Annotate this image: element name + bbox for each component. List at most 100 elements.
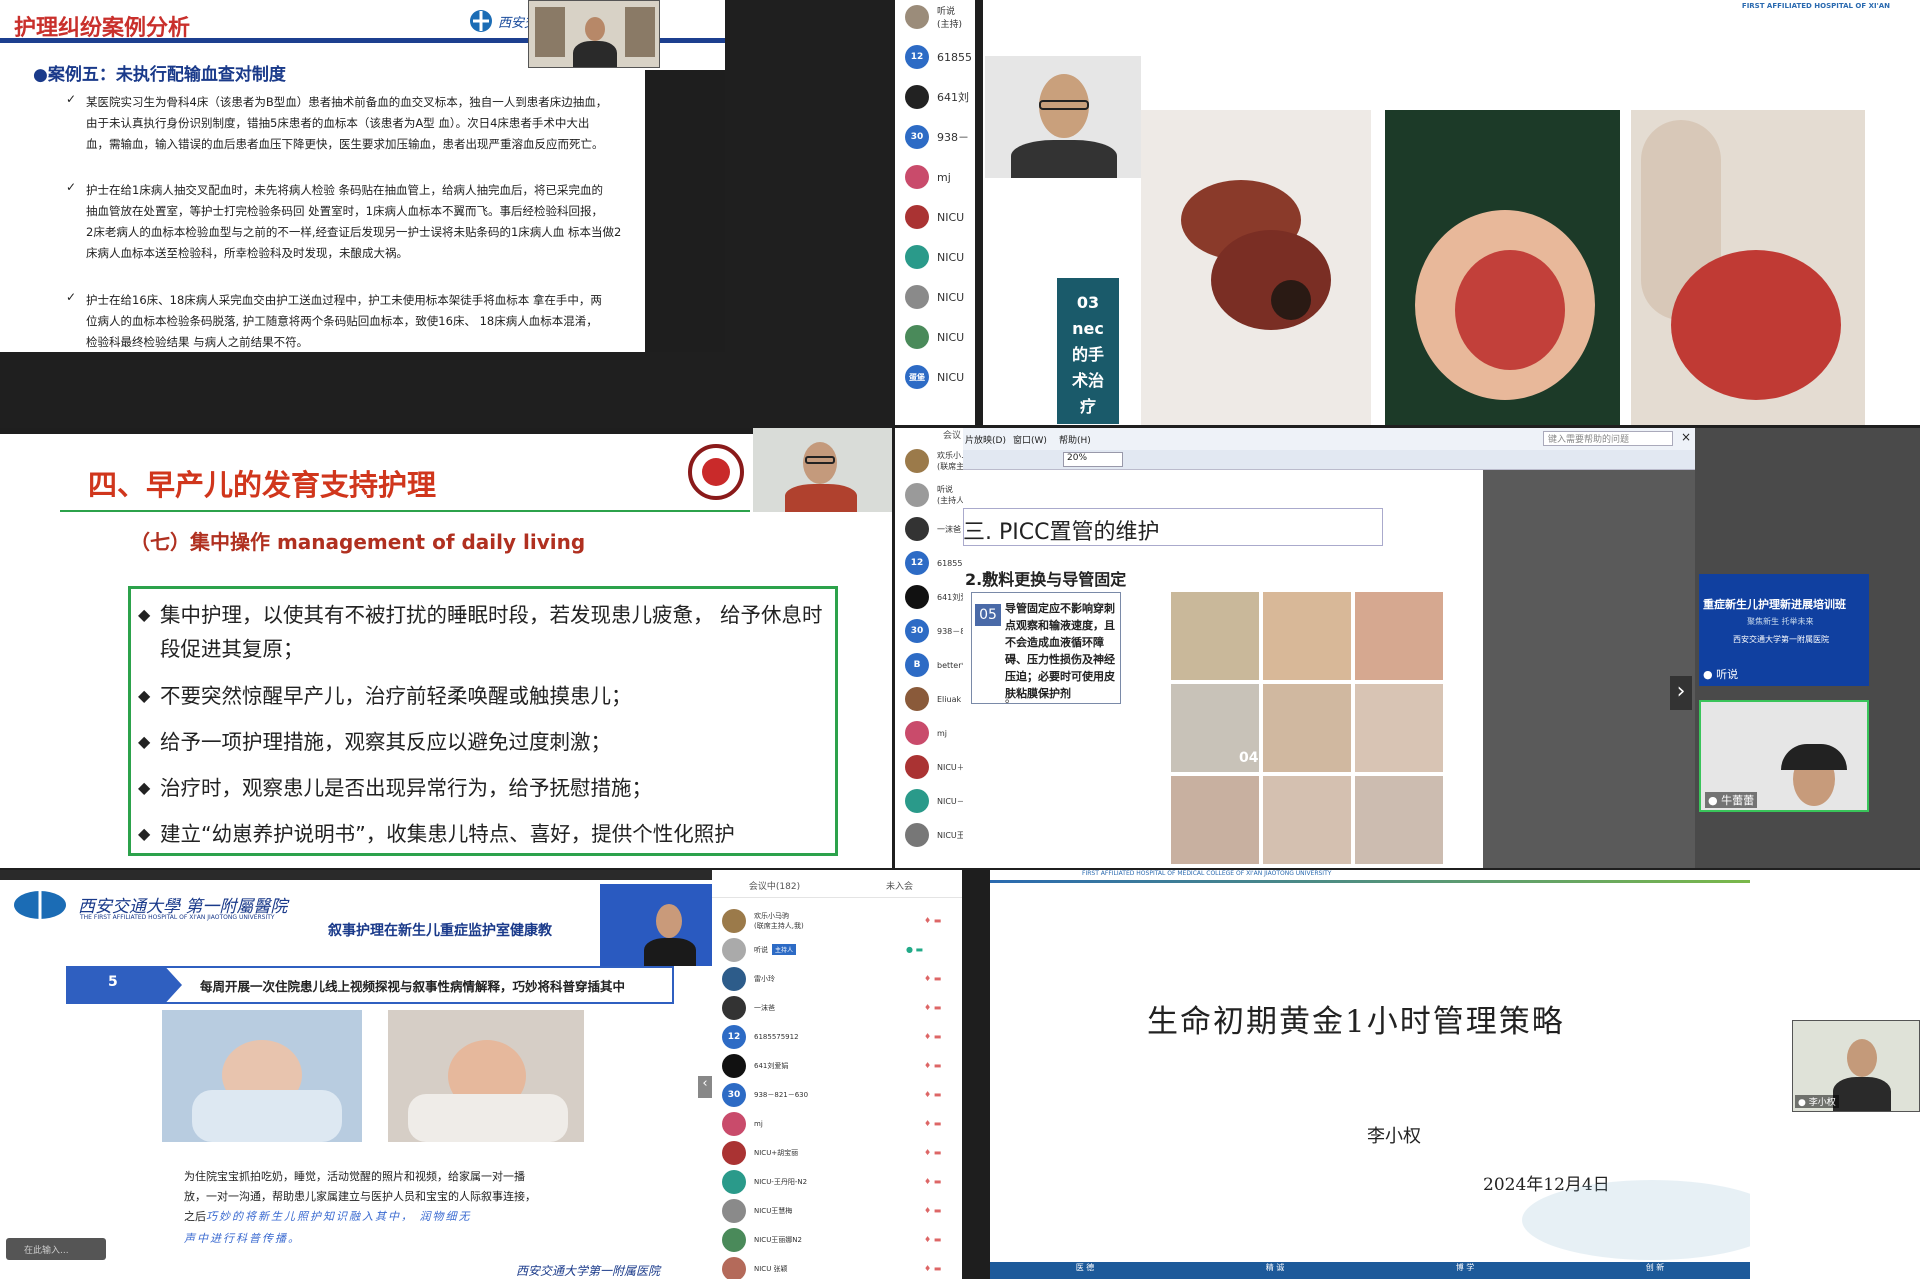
mic-icon[interactable]: ♦ ▬ [924, 1206, 941, 1215]
tab-in-meeting[interactable]: 会议中(182) [712, 870, 837, 897]
participant-item[interactable]: 听说 (主持) [895, 0, 975, 34]
banner-video-tile[interactable]: 重症新生儿护理新进展培训班 聚焦新生 托举未来 西安交通大学第一附属医院 ● 听… [1699, 574, 1869, 686]
participant-item[interactable]: 听说 主持人 ● ▬ [712, 935, 962, 964]
mic-icon[interactable]: ♦ ▬ [924, 1061, 941, 1070]
mic-icon[interactable]: ♦ ▬ [924, 1148, 941, 1157]
avatar [905, 585, 929, 609]
mic-icon[interactable]: ♦ ▬ [924, 1235, 941, 1244]
q3-title: 四、早产儿的发育支持护理 [88, 468, 437, 502]
attendee-video-tile[interactable]: ● 牛蕾蕾 [1699, 700, 1869, 812]
participant-item[interactable]: 一沫爸 ♦ ▬ [712, 993, 962, 1022]
participant-item[interactable]: mj [895, 160, 975, 194]
menu-item[interactable]: 帮助(H) [1059, 433, 1091, 446]
q3-title-rule [60, 510, 750, 512]
participant-name: NICU王慧梅 [754, 1206, 793, 1215]
avatar [722, 1111, 746, 1136]
q5-step-text: 每周开展一次住院患儿线上视频探视与叙事性病情解释，巧妙将科普穿插其中 [200, 979, 626, 994]
q1-video-tile[interactable] [528, 0, 660, 68]
q2-video-tile[interactable] [985, 56, 1141, 178]
participant-item[interactable]: 30 938－ [895, 120, 975, 154]
participant-name: 听说 (主持) [937, 7, 963, 30]
taskbar-search[interactable]: 在此输入... [6, 1238, 106, 1260]
q1-bullet-2-line-4: 床病人血标本送至检验科，所幸检验科及时发现，未酿成大祸。 [86, 246, 408, 260]
q1-bullet-2-line-2: 抽血管放在处置室，等护士打完检验条码回 处置室时，1床病人血标本不翼而飞。事后经… [86, 204, 603, 218]
zoom-select[interactable]: 20% [1063, 452, 1123, 467]
q1-bullet-1-line-3: 血，需输血，输入错误的血后患者血压下降更快，医生要求加压输血，患者出现严重溶血反… [86, 137, 604, 151]
q5-para-3-a: 之后 [184, 1210, 206, 1223]
q3-bullet-4: ◆ 治疗时，观察患儿是否出现异常行为，给予抚慰措施； [138, 771, 828, 805]
participant-item[interactable]: NICU 张颖 ♦ ▬ [712, 1254, 962, 1279]
q3-bullet-1-text: 集中护理，以使其有不被打扰的睡眠时段，若发现患儿疲惫， 给予休息时段促进其复原； [160, 603, 823, 661]
participant-item[interactable]: NICU [895, 240, 975, 274]
q1-bullet-3-line-2: 位病人的血标本检验条码脱落, 护工随意将两个条码贴回血标本，致使16床、 18床… [86, 314, 598, 328]
participant-item[interactable]: NICU [895, 280, 975, 314]
participant-item[interactable]: 欢乐小马驹 (联席主持人,我) ♦ ▬ [712, 906, 962, 935]
mic-icon[interactable]: ♦ ▬ [924, 916, 941, 925]
mic-icon[interactable]: ♦ ▬ [924, 1003, 941, 1012]
q6-header-rule [990, 880, 1750, 883]
participant-item[interactable]: NICU+胡宝丽 ♦ ▬ [712, 1138, 962, 1167]
participant-item[interactable]: NICU王丽娜N2 ♦ ▬ [712, 1225, 962, 1254]
q3-emblem-icon [688, 444, 744, 500]
picc-photo-1 [1171, 592, 1259, 680]
participant-name: 听说 [754, 945, 768, 954]
participants-tabs: 会议中(182) 未入会 [712, 870, 962, 898]
mic-icon[interactable]: ♦ ▬ [924, 974, 941, 983]
mic-icon[interactable]: ♦ ▬ [924, 1090, 941, 1099]
next-arrow-icon[interactable]: › [1670, 676, 1692, 710]
participant-item[interactable]: 641刘爱娟 ♦ ▬ [712, 1051, 962, 1080]
participant-item[interactable]: 12 6185575912 ♦ ▬ [712, 1022, 962, 1051]
mic-icon[interactable]: ♦ ▬ [924, 1264, 941, 1273]
participant-item[interactable]: NICU [895, 200, 975, 234]
avatar [905, 687, 929, 711]
participant-name: NICU [937, 250, 965, 264]
participant-item[interactable]: 雷小玲 ♦ ▬ [712, 964, 962, 993]
picc-photo-6 [1355, 684, 1443, 772]
participant-name: mj [937, 170, 951, 184]
q3-bullet-2-text: 不要突然惊醒早产儿，治疗前轻柔唤醒或触摸患儿； [160, 684, 632, 708]
q6-footer-bar: 医 德 精 诚 博 学 创 新 [990, 1262, 1750, 1279]
participant-item[interactable]: NICU王慧梅 ♦ ▬ [712, 1196, 962, 1225]
close-icon[interactable]: × [1681, 430, 1691, 444]
cam-label: ● 李小权 [1795, 1095, 1839, 1108]
participant-item[interactable]: 641刘 [895, 80, 975, 114]
baby-photo-2 [388, 1010, 584, 1142]
participant-item[interactable]: mj ♦ ▬ [712, 1109, 962, 1138]
picc-photo-5 [1263, 684, 1351, 772]
participant-name: 欢乐小马驹 (联席主持人,我) [754, 911, 804, 930]
avatar [905, 517, 929, 541]
menu-item[interactable]: 片放映(D) [965, 433, 1006, 446]
participant-item[interactable]: NICU [895, 320, 975, 354]
q3-video-tile[interactable] [753, 428, 892, 512]
avatar: 30 [905, 619, 929, 643]
footer-item: 精 诚 [1265, 1263, 1285, 1272]
menu-item[interactable]: 窗口(W) [1013, 433, 1047, 446]
q2-left-dark [975, 0, 983, 425]
help-search-input[interactable]: 键入需要帮助的问题 [1543, 431, 1673, 446]
participant-item[interactable]: 蛋堡 NICU [895, 360, 975, 394]
mic-icon: ● [1703, 668, 1713, 681]
participant-name: 6185575912 [754, 1032, 799, 1041]
avatar [905, 755, 929, 779]
participant-name: NICU [937, 210, 965, 224]
participant-item[interactable]: NICU-王丹阳-N2 ♦ ▬ [712, 1167, 962, 1196]
q5-video-tile[interactable] [600, 884, 712, 966]
mic-icon[interactable]: ♦ ▬ [924, 1032, 941, 1041]
mic-icon[interactable]: ♦ ▬ [924, 1119, 941, 1128]
check-icon: ✓ [66, 92, 77, 106]
mic-icon[interactable]: ● ▬ [906, 945, 923, 954]
participant-name: 641刘爱娟 [754, 1061, 789, 1070]
q5-top-dark [0, 870, 712, 880]
q5-step-arrow [66, 966, 182, 1004]
tab-not-joined[interactable]: 未入会 [837, 870, 962, 897]
participant-item[interactable]: 12 61855 [895, 40, 975, 74]
participant-item[interactable]: 30 938－821－630 ♦ ▬ [712, 1080, 962, 1109]
mic-icon[interactable]: ♦ ▬ [924, 1177, 941, 1186]
baby-photo-1 [162, 1010, 362, 1142]
avatar [905, 483, 929, 507]
participant-name: NICU [937, 370, 965, 384]
q3-bullet-4-text: 治疗时，观察患儿是否出现异常行为，给予抚慰措施； [160, 776, 652, 800]
q6-video-tile[interactable]: ● 李小权 [1792, 1020, 1920, 1112]
slide-prev-icon[interactable]: ‹ [698, 1076, 712, 1098]
banner-sub: 聚焦新生 托举未来 [1747, 617, 1814, 626]
